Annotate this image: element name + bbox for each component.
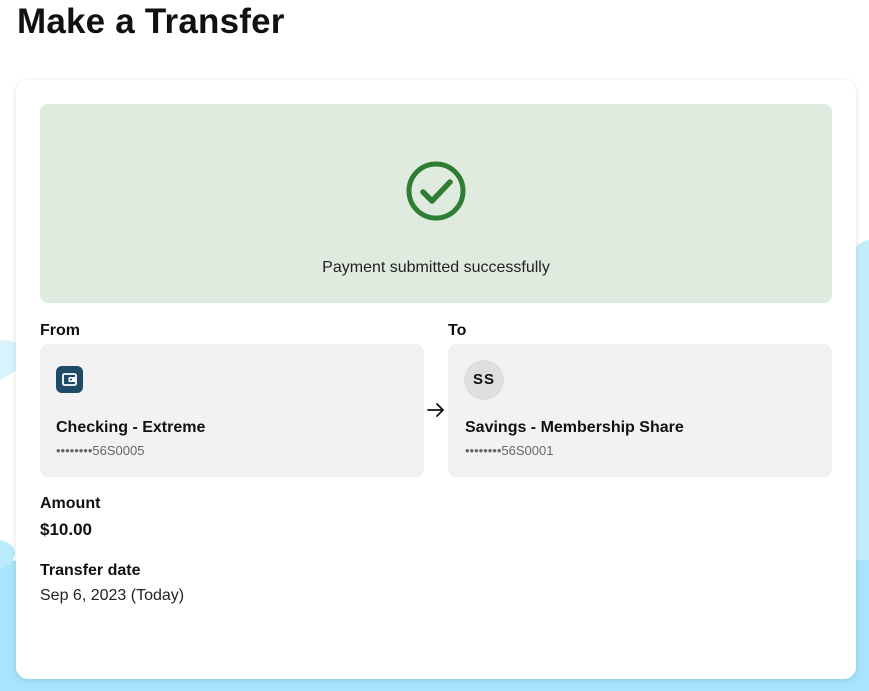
- transfer-confirmation-card: Payment submitted successfully From To C…: [16, 80, 856, 679]
- check-circle-icon: [406, 161, 466, 221]
- from-label: From: [40, 322, 80, 339]
- transfer-date-label: Transfer date: [40, 562, 141, 579]
- to-account-box: SS Savings - Membership Share ••••••••56…: [448, 344, 832, 477]
- arrow-right-icon: [427, 403, 444, 417]
- from-account-name: Checking - Extreme: [56, 419, 206, 436]
- amount-value: $10.00: [40, 520, 92, 539]
- to-account-name: Savings - Membership Share: [465, 419, 684, 436]
- avatar: SS: [464, 360, 504, 400]
- success-message: Payment submitted successfully: [322, 259, 550, 276]
- from-account-number: ••••••••56S0005: [56, 443, 145, 458]
- wallet-icon: [56, 366, 83, 393]
- page-title: Make a Transfer: [17, 2, 285, 41]
- to-label: To: [448, 322, 467, 339]
- success-banner: Payment submitted successfully: [40, 104, 832, 303]
- amount-label: Amount: [40, 495, 101, 512]
- transfer-date-value: Sep 6, 2023 (Today): [40, 587, 185, 604]
- from-account-box: Checking - Extreme ••••••••56S0005: [40, 344, 424, 477]
- to-account-number: ••••••••56S0001: [465, 443, 554, 458]
